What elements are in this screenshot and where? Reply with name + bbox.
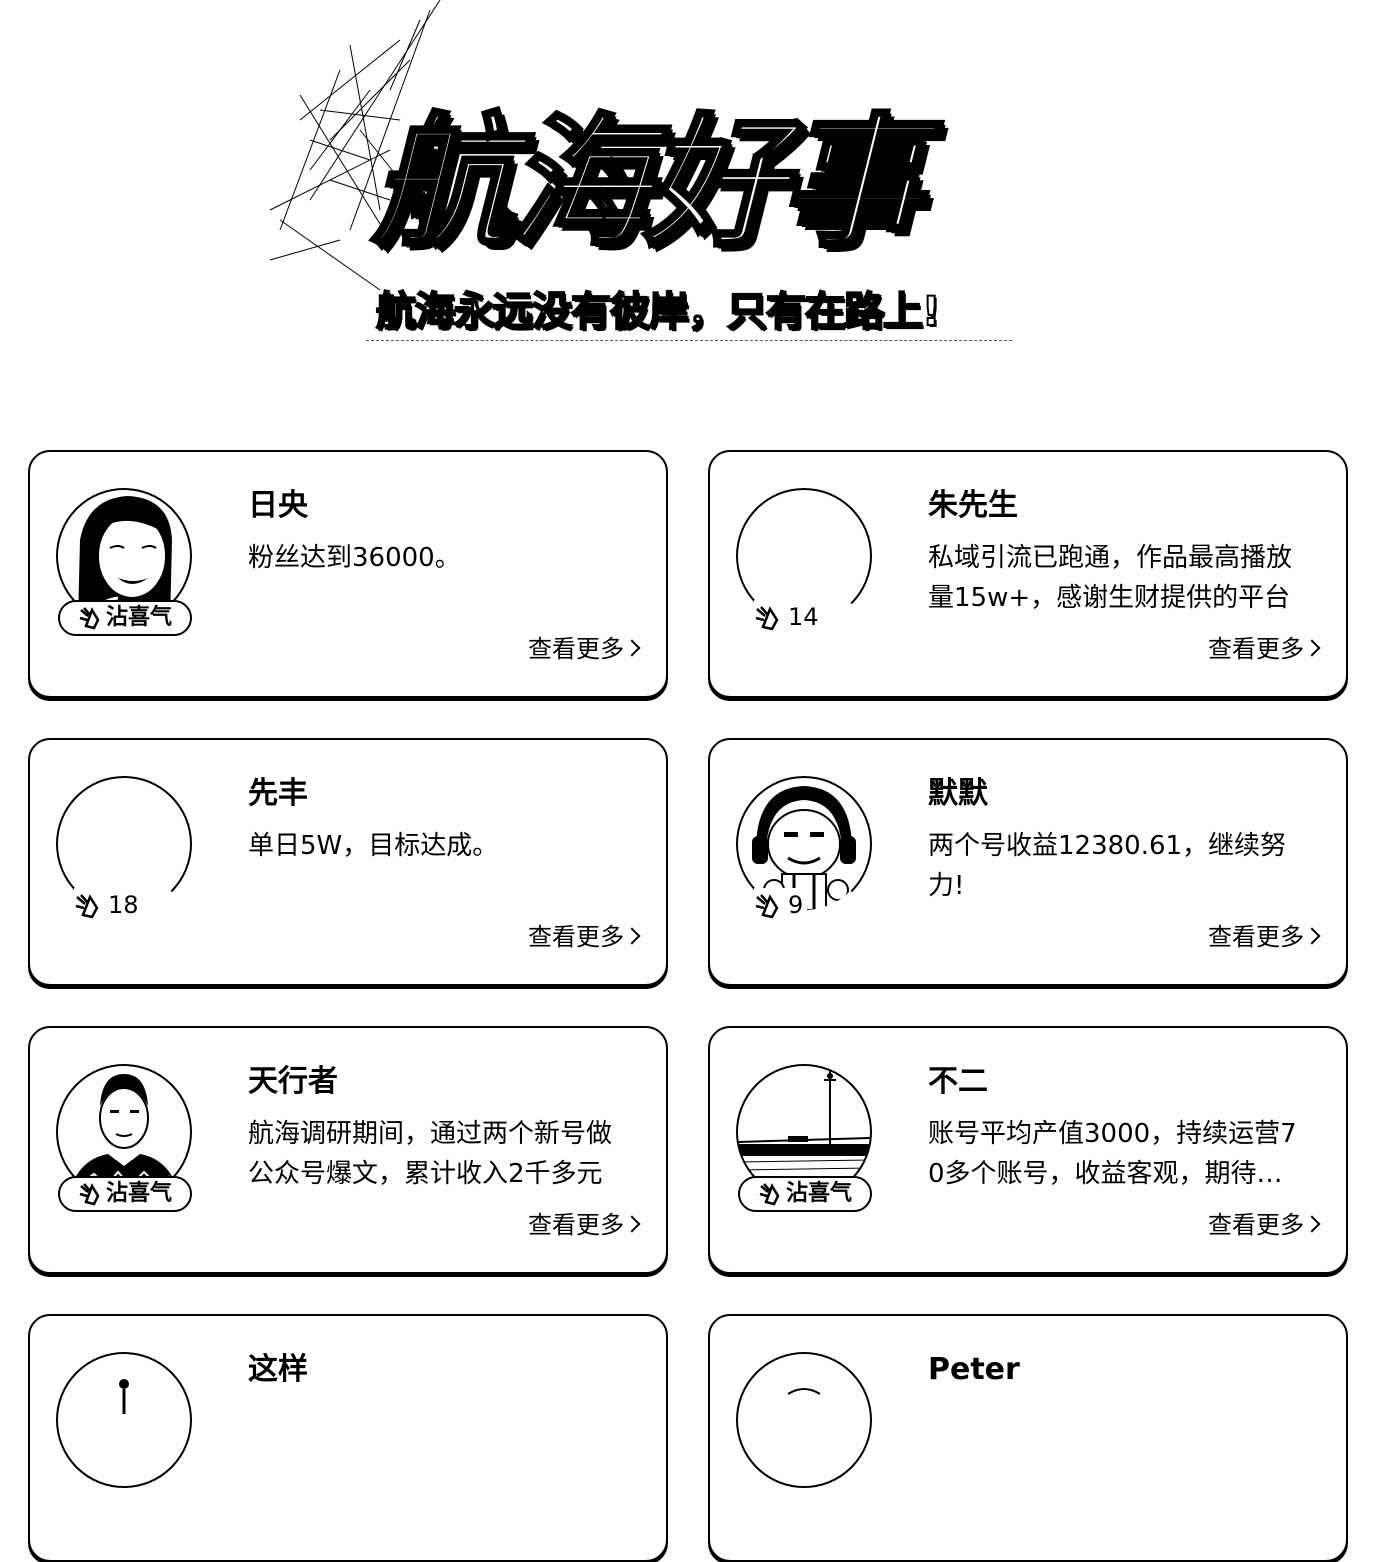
lucky-badge-label: 沾喜气 — [785, 1181, 852, 1206]
card-description: 粉丝达到36000。 — [248, 543, 461, 573]
clap-hands-icon — [755, 606, 779, 631]
view-more-label: 查看更多 — [1208, 1211, 1304, 1239]
story-card[interactable]: 18 先丰 单日5W，目标达成。 查看更多 — [28, 738, 668, 986]
avatar-photo-icon — [119, 1379, 129, 1414]
view-more-link[interactable]: 查看更多 — [1208, 1208, 1321, 1242]
card-name: 不二 — [928, 1064, 988, 1099]
lucky-badge-button[interactable]: 沾喜气 — [58, 600, 192, 636]
view-more-link[interactable]: 查看更多 — [528, 1208, 641, 1242]
clap-hands-icon — [755, 894, 779, 919]
story-card[interactable]: 14 朱先生 私域引流已跑通，作品最高播放量15w+，感谢生财提供的平台 查看更… — [708, 450, 1348, 698]
story-card[interactable]: 这样 — [28, 1314, 668, 1562]
card-name: Peter — [928, 1352, 1020, 1387]
card-name: 朱先生 — [928, 488, 1018, 523]
clap-hands-icon — [79, 1183, 100, 1206]
lucky-badge-button[interactable]: 沾喜气 — [58, 1176, 192, 1212]
lucky-badge-label: 沾喜气 — [105, 605, 172, 630]
chevron-right-icon — [623, 1215, 641, 1233]
chevron-right-icon — [623, 639, 641, 657]
likes-count: 9 — [788, 891, 804, 919]
lucky-badge-label: 沾喜气 — [105, 1181, 172, 1206]
story-card[interactable]: 沾喜气 不二 账号平均产值3000，持续运营70多个账号，收益客观，期待更多 查… — [708, 1026, 1348, 1274]
chevron-right-icon — [1303, 639, 1321, 657]
clap-hands-icon — [75, 894, 99, 919]
banner: 航海好事 航海永远没有彼岸，只有在路上! — [0, 0, 1374, 400]
view-more-label: 查看更多 — [1208, 635, 1304, 663]
view-more-link[interactable]: 查看更多 — [528, 632, 641, 666]
lucky-badge-button[interactable]: 沾喜气 — [738, 1176, 872, 1212]
story-card[interactable]: 沾喜气 日央 粉丝达到36000。 查看更多 — [28, 450, 668, 698]
story-card[interactable]: 9 默默 两个号收益12380.61，继续努力! 查看更多 — [708, 738, 1348, 986]
likes-count: 18 — [108, 891, 139, 919]
card-description: 两个号收益12380.61，继续努力! — [928, 831, 1287, 901]
card-name: 天行者 — [248, 1064, 338, 1099]
banner-subtitle-container: 航海永远没有彼岸，只有在路上! — [366, 282, 1012, 341]
card-description: 账号平均产值3000，持续运营70多个账号，收益客观，期待更多 — [928, 1119, 1297, 1189]
card-description: 航海调研期间，通过两个新号做公众号爆文，累计收入2千多元 — [248, 1119, 613, 1189]
banner-title: 航海好事 — [370, 101, 924, 266]
clap-hands-icon — [759, 1183, 780, 1206]
view-more-label: 查看更多 — [1208, 923, 1304, 951]
likes-counter[interactable]: 14 — [754, 600, 823, 634]
card-name: 默默 — [928, 776, 988, 811]
avatar — [736, 1352, 872, 1488]
view-more-label: 查看更多 — [528, 635, 624, 663]
view-more-label: 查看更多 — [528, 1211, 624, 1239]
avatar-photo-icon — [787, 1388, 821, 1395]
avatar — [56, 1352, 192, 1488]
card-name: 先丰 — [248, 776, 308, 811]
chevron-right-icon — [623, 927, 641, 945]
view-more-link[interactable]: 查看更多 — [528, 920, 641, 954]
likes-counter[interactable]: 9 — [754, 888, 808, 922]
clap-hands-icon — [79, 607, 100, 630]
likes-counter[interactable]: 18 — [74, 888, 143, 922]
likes-count: 14 — [788, 603, 819, 631]
view-more-link[interactable]: 查看更多 — [1208, 632, 1321, 666]
story-card[interactable]: 沾喜气 天行者 航海调研期间，通过两个新号做公众号爆文，累计收入2千多元 查看更… — [28, 1026, 668, 1274]
card-description: 单日5W，目标达成。 — [248, 831, 499, 861]
chevron-right-icon — [1303, 927, 1321, 945]
banner-subtitle: 航海永远没有彼岸，只有在路上! — [375, 288, 941, 336]
story-card[interactable]: Peter — [708, 1314, 1348, 1562]
card-description: 私域引流已跑通，作品最高播放量15w+，感谢生财提供的平台 — [928, 543, 1293, 613]
chevron-right-icon — [1303, 1215, 1321, 1233]
view-more-label: 查看更多 — [528, 923, 624, 951]
card-name: 日央 — [248, 488, 308, 523]
view-more-link[interactable]: 查看更多 — [1208, 920, 1321, 954]
card-name: 这样 — [248, 1352, 308, 1387]
